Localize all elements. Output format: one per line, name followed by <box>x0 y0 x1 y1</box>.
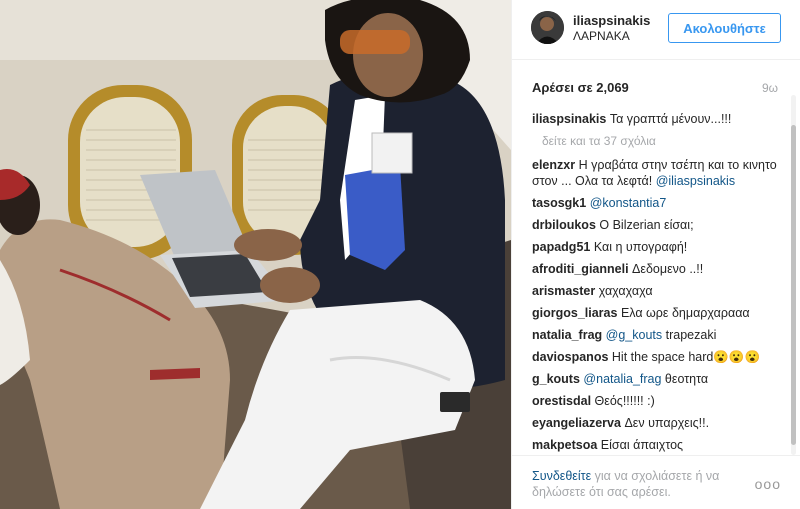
post-header: iliaspsinakis ΛΑΡΝΑΚΑ Ακολουθήστε <box>512 0 800 60</box>
caption-username[interactable]: iliaspsinakis <box>532 112 606 126</box>
comment-text-after: trapezaki <box>665 327 717 342</box>
post-location[interactable]: ΛΑΡΝΑΚΑ <box>573 29 630 43</box>
comment-item: giorgos_liaras Ελα ωρε δημαρχαρααα <box>532 306 789 322</box>
comment-item: arismaster χαχαχαχα <box>532 284 789 300</box>
comment-text-after: θεοτητα <box>664 371 709 386</box>
login-prompt: Συνδεθείτε για να σχολιάσετε ή να δηλώσε… <box>532 468 752 500</box>
likes-count[interactable]: Αρέσει σε 2,069 <box>532 80 629 95</box>
comment-text: Και η υπογραφή! <box>593 239 688 254</box>
comment-text: Δεν υπαρχεις!!. <box>624 415 710 430</box>
comment-text: Hit the space hard😮😮😮 <box>611 349 761 364</box>
comment-item: eyangeliazerva Δεν υπαρχεις!!. <box>532 416 789 432</box>
comment-item: g_kouts @natalia_frag θεοτητα <box>532 372 789 388</box>
caption: iliaspsinakis Τα γραπτά μένουν...!!! <box>532 112 789 128</box>
comments-scrollbar[interactable] <box>791 95 796 455</box>
comment-item: natalia_frag @g_kouts trapezaki <box>532 328 789 344</box>
comment-text: Ελα ωρε δημαρχαρααα <box>620 305 750 320</box>
follow-button[interactable]: Ακολουθήστε <box>668 13 781 43</box>
comment-username[interactable]: giorgos_liaras <box>532 306 617 320</box>
avatar-image <box>531 11 564 44</box>
comment-mention[interactable]: @natalia_frag <box>583 372 661 386</box>
scrollbar-thumb[interactable] <box>791 125 796 445</box>
comment-text: Ο Bilzerian είσαι; <box>599 217 694 232</box>
comments-list: iliaspsinakis Τα γραπτά μένουν...!!! δεί… <box>532 112 789 456</box>
comment-username[interactable]: afroditi_gianneli <box>532 262 629 276</box>
comment-username[interactable]: daviospanos <box>532 350 608 364</box>
comment-item: elenzxr Η γραβάτα στην τσέπη και το κινη… <box>532 158 789 189</box>
comment-item: afroditi_gianneli Δεδομενο ..!! <box>532 262 789 278</box>
comment-username[interactable]: tasosgk1 <box>532 196 586 210</box>
post-footer: Συνδεθείτε για να σχολιάσετε ή να δηλώσε… <box>512 455 800 509</box>
comment-username[interactable]: papadg51 <box>532 240 590 254</box>
comment-username[interactable]: drbiloukos <box>532 218 596 232</box>
comment-item: papadg51 Και η υπογραφή! <box>532 240 789 256</box>
comment-mention[interactable]: @konstantia7 <box>590 196 667 210</box>
comment-username[interactable]: eyangeliazerva <box>532 416 621 430</box>
comment-mention[interactable]: @g_kouts <box>606 328 662 342</box>
comment-item: orestisdal Θεός!!!!!! :) <box>532 394 789 410</box>
comment-item: tasosgk1 @konstantia7 <box>532 196 789 212</box>
caption-text: Τα γραπτά μένουν...!!! <box>609 112 732 126</box>
comment-item: drbiloukos Ο Bilzerian είσαι; <box>532 218 789 234</box>
comment-username[interactable]: makpetsoa <box>532 438 597 452</box>
avatar[interactable] <box>531 11 564 44</box>
comment-rows: elenzxr Η γραβάτα στην τσέπη και το κινη… <box>532 158 789 453</box>
comment-username[interactable]: arismaster <box>532 284 595 298</box>
comment-username[interactable]: orestisdal <box>532 394 591 408</box>
comment-mention[interactable]: @iliaspsinakis <box>656 174 735 188</box>
comment-username[interactable]: g_kouts <box>532 372 580 386</box>
view-all-comments-link[interactable]: δείτε και τα 37 σχόλια <box>542 134 789 149</box>
post-photo[interactable] <box>0 0 511 509</box>
comment-item: makpetsoa Είσαι άπαιχτος <box>532 438 789 454</box>
comment-text: Θεός!!!!!! :) <box>594 393 655 408</box>
post-timestamp[interactable]: 9ω <box>762 81 778 95</box>
post-photo-illustration <box>0 0 511 509</box>
comment-username[interactable]: elenzxr <box>532 158 575 172</box>
instagram-post-page: iliaspsinakis ΛΑΡΝΑΚΑ Ακολουθήστε Αρέσει… <box>0 0 800 509</box>
post-side-panel: iliaspsinakis ΛΑΡΝΑΚΑ Ακολουθήστε Αρέσει… <box>511 0 800 509</box>
post-author-username[interactable]: iliaspsinakis <box>573 13 650 28</box>
comment-text: Δεδομενο ..!! <box>632 261 704 276</box>
login-link[interactable]: Συνδεθείτε <box>532 469 591 483</box>
comment-text: χαχαχαχα <box>598 283 653 298</box>
more-options-icon[interactable]: ooo <box>755 476 781 492</box>
comment-item: daviospanos Hit the space hard😮😮😮 <box>532 350 789 366</box>
comment-text: Είσαι άπαιχτος <box>600 437 684 452</box>
comment-username[interactable]: natalia_frag <box>532 328 602 342</box>
